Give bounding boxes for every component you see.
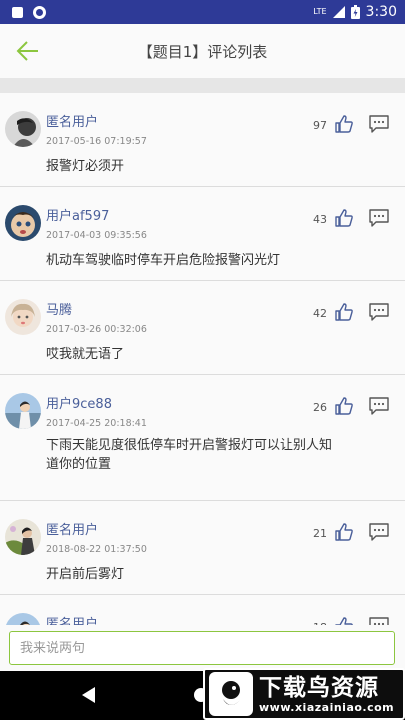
comment-date: 2017-04-25 20:18:41 [46,418,147,429]
comment-date: 2017-03-26 00:32:06 [46,324,147,335]
avatar [5,393,41,429]
notification-circle-icon [33,5,46,19]
comment-input-bar [0,625,405,671]
battery-icon [350,5,360,19]
comment-date: 2018-08-22 01:37:50 [46,544,147,555]
comment-item: 用户9ce88 2017-04-25 20:18:41 下雨天能见度很低停车时开… [0,375,405,501]
comment-username[interactable]: 匿名用户 [46,519,98,538]
divider-band [0,78,405,93]
like-count: 42 [313,307,327,320]
comment-text: 下雨天能见度很低停车时开启警报灯可以让别人知道你的位置 [46,438,333,472]
reply-icon[interactable] [369,303,389,321]
comment-date: 2017-04-03 09:35:56 [46,230,147,241]
network-type: LTE [313,7,327,16]
avatar [5,519,41,555]
avatar [5,111,41,147]
like-count: 43 [313,213,327,226]
page-title: 【题目1】评论列表 [137,42,268,61]
comment-text: 报警灯必须开 [46,159,125,174]
watermark-bird-icon [209,672,253,716]
comment-item: 匿名用户 2018-08-22 01:37:50 开启前后雾灯 21 [0,501,405,595]
avatar [5,205,41,241]
reply-icon[interactable] [369,209,389,227]
comment-username[interactable]: 用户af597 [46,205,109,224]
watermark: 下载鸟资源 www.xiazainiao.com [203,668,405,720]
reply-icon[interactable] [369,617,389,625]
comment-list[interactable]: 匿名用户 2017-05-16 07:19:57 报警灯必须开 97 用户af5… [0,93,405,625]
back-arrow-icon[interactable] [14,37,42,65]
comment-input[interactable] [9,631,395,665]
like-count: 26 [313,401,327,414]
comment-username[interactable]: 匿名用户 [46,111,98,130]
clock: 3:30 [365,4,397,20]
comment-item: 用户af597 2017-04-03 09:35:56 机动车驾驶临时停车开启危… [0,187,405,281]
like-count: 97 [313,119,327,132]
reply-icon[interactable] [369,523,389,541]
comment-item: 马腾 2017-03-26 00:32:06 哎我就无语了 42 [0,281,405,375]
thumbs-up-icon[interactable] [335,303,353,321]
notification-square-icon [12,6,23,18]
thumbs-up-icon[interactable] [335,209,353,227]
thumbs-up-icon[interactable] [335,115,353,133]
comment-text: 哎我就无语了 [46,347,125,362]
comment-text: 开启前后雾灯 [46,567,125,582]
avatar [5,299,41,335]
comment-date: 2017-05-16 07:19:57 [46,136,147,147]
comment-item: 匿名用户 18 [0,595,405,625]
watermark-url: www.xiazainiao.com [259,700,395,714]
reply-icon[interactable] [369,397,389,415]
watermark-title: 下载鸟资源 [259,674,379,701]
system-icons: LTE 3:30 [313,4,397,20]
reply-icon[interactable] [369,115,389,133]
signal-icon [332,6,345,18]
thumbs-up-icon[interactable] [335,523,353,541]
comment-username[interactable]: 马腾 [46,299,72,318]
notification-icons [12,5,46,19]
comment-username[interactable]: 匿名用户 [46,613,98,625]
comment-text: 机动车驾驶临时停车开启危险报警闪光灯 [46,253,281,268]
comment-username[interactable]: 用户9ce88 [46,393,112,412]
thumbs-up-icon[interactable] [335,617,353,625]
status-bar: LTE 3:30 [0,0,405,24]
avatar [5,613,41,625]
nav-back-icon[interactable] [82,687,96,703]
thumbs-up-icon[interactable] [335,397,353,415]
app-bar: 【题目1】评论列表 [0,24,405,78]
comment-item: 匿名用户 2017-05-16 07:19:57 报警灯必须开 97 [0,93,405,187]
like-count: 21 [313,527,327,540]
